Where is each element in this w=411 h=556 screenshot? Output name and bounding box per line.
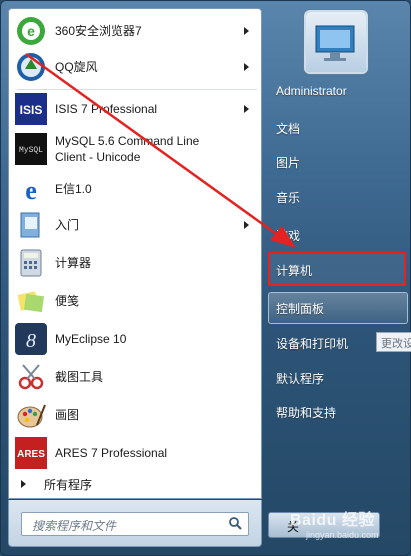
default-programs-link[interactable]: 默认程序 — [276, 370, 324, 387]
program-label-line1: MySQL 5.6 Command Line — [55, 134, 200, 148]
program-item-360-browser[interactable]: e 360安全浏览器7 — [13, 13, 257, 49]
svg-text:ARES: ARES — [17, 449, 45, 460]
getting-started-icon — [15, 209, 47, 241]
submenu-arrow-icon — [244, 221, 249, 229]
program-label: 计算器 — [55, 256, 92, 270]
program-item-isis[interactable]: ISIS ISIS 7 Professional — [13, 91, 257, 127]
program-label: MyEclipse 10 — [55, 332, 127, 346]
submenu-arrow-icon — [244, 27, 249, 35]
watermark-logo: Baidu 经验 — [290, 512, 375, 529]
program-label: 画图 — [55, 408, 80, 422]
isis-icon: ISIS — [15, 93, 47, 125]
program-label: 便笺 — [55, 294, 80, 308]
paint-icon — [15, 399, 47, 431]
submenu-arrow-icon — [244, 63, 249, 71]
program-item-qq-whirlwind[interactable]: QQ旋风 — [13, 49, 257, 85]
program-label: E信1.0 — [55, 182, 92, 196]
submenu-arrow-icon — [244, 105, 249, 113]
snipping-tool-icon — [15, 361, 47, 393]
program-item-snipping-tool[interactable]: 截图工具 — [13, 359, 257, 395]
search-icon[interactable] — [228, 516, 242, 530]
music-link[interactable]: 音乐 — [276, 189, 300, 206]
documents-link[interactable]: 文档 — [276, 120, 300, 137]
browser-360-icon: e — [15, 15, 47, 47]
svg-text:MySQL: MySQL — [19, 146, 43, 155]
games-link[interactable]: 游戏 — [276, 227, 300, 244]
program-item-paint[interactable]: 画图 — [13, 397, 257, 433]
program-label: 截图工具 — [55, 370, 104, 384]
all-programs-button[interactable]: 所有程序 — [8, 470, 262, 499]
all-programs-label: 所有程序 — [44, 477, 93, 492]
tooltip-text: 更改设 — [381, 338, 411, 350]
computer-link[interactable]: 计算机 — [276, 262, 312, 279]
program-label: QQ旋风 — [55, 60, 98, 74]
mysql-icon: MySQL — [15, 133, 47, 165]
program-item-mysql[interactable]: MySQL MySQL 5.6 Command Line Client - Uni… — [13, 129, 257, 169]
program-label: ARES 7 Professional — [55, 446, 168, 460]
e-xin-icon: e — [15, 173, 47, 205]
program-label: 入门 — [55, 218, 80, 232]
devices-printers-link[interactable]: 设备和打印机 — [276, 335, 348, 352]
svg-text:e: e — [27, 23, 35, 39]
program-item-getting-started[interactable]: 入门 — [13, 207, 257, 243]
program-item-ares[interactable]: ARES ARES 7 Professional — [13, 435, 257, 471]
program-item-calculator[interactable]: 计算器 — [13, 245, 257, 281]
svg-text:ISIS: ISIS — [20, 103, 43, 117]
arrow-right-icon — [21, 480, 26, 488]
search-area: 搜索程序和文件 — [8, 500, 262, 547]
search-input[interactable]: 搜索程序和文件 — [21, 512, 249, 536]
qq-whirlwind-icon — [15, 51, 47, 83]
program-list: e 360安全浏览器7 QQ旋风 ISIS ISIS 7 Professiona… — [8, 8, 262, 472]
user-name-link[interactable]: Administrator — [276, 84, 347, 98]
myeclipse-icon: 8 — [15, 323, 47, 355]
svg-text:8: 8 — [26, 330, 36, 352]
program-label-line2: Client - Unicode — [55, 150, 141, 164]
help-support-link[interactable]: 帮助和支持 — [276, 404, 336, 421]
pictures-link[interactable]: 图片 — [276, 154, 300, 171]
user-picture[interactable] — [306, 12, 366, 72]
tooltip: 更改设 — [376, 332, 411, 352]
divider — [17, 89, 257, 90]
ares-icon: ARES — [15, 437, 47, 469]
watermark-url: jingyan.baidu.com — [306, 530, 379, 540]
program-label: ISIS 7 Professional — [55, 102, 158, 116]
program-label: MySQL 5.6 Command Line Client - Unicode — [55, 133, 257, 165]
program-item-e-xin[interactable]: e E信1.0 — [13, 171, 257, 207]
control-panel-link[interactable]: 控制面板 — [276, 300, 324, 317]
program-item-sticky-notes[interactable]: 便笺 — [13, 283, 257, 319]
search-placeholder: 搜索程序和文件 — [32, 519, 117, 533]
svg-text:e: e — [25, 176, 37, 205]
calculator-icon — [15, 247, 47, 279]
program-label: 360安全浏览器7 — [55, 24, 142, 38]
sticky-notes-icon — [15, 285, 47, 317]
program-item-myeclipse[interactable]: 8 MyEclipse 10 — [13, 321, 257, 357]
